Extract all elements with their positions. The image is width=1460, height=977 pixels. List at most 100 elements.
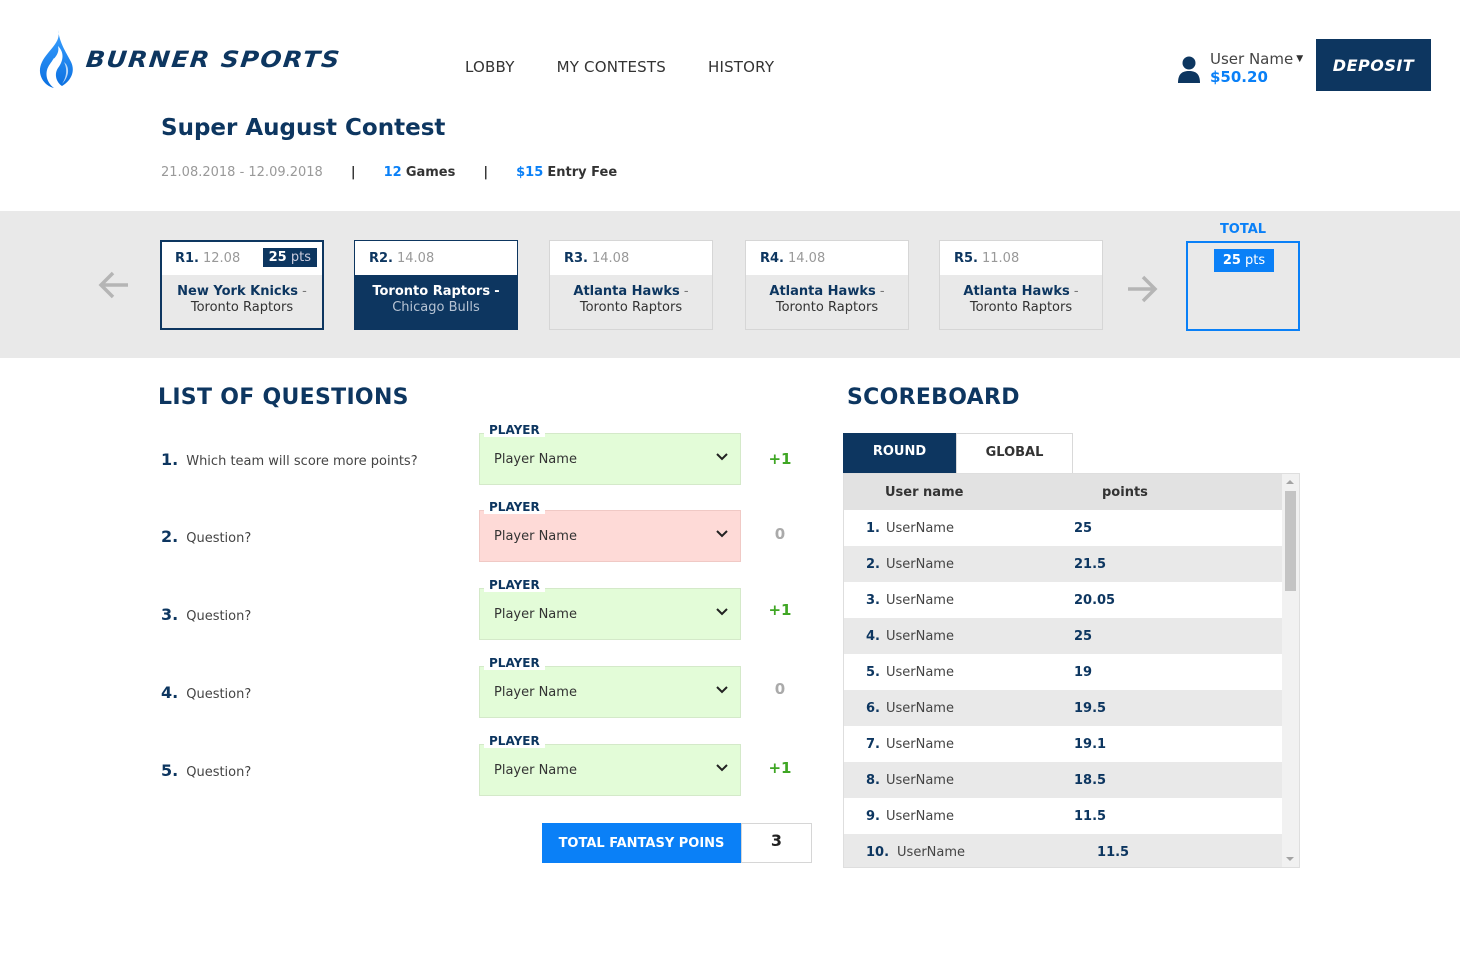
team-separator: -	[1073, 284, 1079, 299]
player-select-4[interactable]: PLAYER Player Name	[479, 656, 741, 718]
row-user: UserName	[885, 592, 954, 608]
row-points: 19	[1073, 664, 1093, 680]
row-user: UserName	[885, 664, 954, 680]
round-date: 14.08	[397, 250, 435, 266]
row-user: UserName	[885, 808, 954, 824]
question-1: 1. Which team will score more points?	[161, 450, 418, 469]
tab-global[interactable]: GLOBAL	[956, 433, 1073, 473]
player-select-value: Player Name	[494, 685, 577, 700]
player-select-1[interactable]: PLAYER Player Name	[479, 423, 741, 485]
row-user: UserName	[897, 844, 966, 860]
round-card-2[interactable]: R2. 14.08 Toronto Raptors - Chicago Bull…	[354, 240, 518, 330]
team-separator: -	[683, 284, 689, 299]
player-field-label: PLAYER	[484, 578, 545, 592]
entry-fee-info: $15 Entry Fee	[516, 165, 617, 180]
table-row: 3. UserName 20.05	[844, 582, 1283, 618]
row-rank: 7.	[866, 736, 880, 752]
table-row: 4. UserName 25	[844, 618, 1283, 654]
round-date: 11.08	[982, 250, 1020, 266]
games-count: 12	[383, 165, 402, 180]
scrollbar-thumb[interactable]	[1285, 491, 1296, 591]
caret-down-icon: ▼	[1296, 54, 1304, 64]
row-points: 11.5	[1097, 844, 1130, 860]
nav-history[interactable]: HISTORY	[708, 58, 774, 76]
question-3: 3. Question?	[161, 605, 251, 624]
question-score: +1	[768, 759, 792, 777]
scrollbar[interactable]	[1282, 474, 1299, 867]
player-select-value: Player Name	[494, 763, 577, 778]
player-select-2[interactable]: PLAYER Player Name	[479, 500, 741, 562]
team-away: Chicago Bulls	[392, 300, 480, 315]
question-text: Question?	[186, 765, 252, 780]
player-field-label: PLAYER	[484, 500, 545, 514]
entry-fee-amount: $15	[516, 165, 544, 180]
row-rank: 6.	[866, 700, 880, 716]
table-row: 1. UserName 25	[844, 510, 1283, 546]
table-row: 7. UserName 19.1	[844, 726, 1283, 762]
row-points: 25	[1073, 520, 1093, 536]
player-select-value: Player Name	[494, 529, 577, 544]
question-5: 5. Question?	[161, 761, 251, 780]
points-unit: pts	[1245, 253, 1266, 268]
brand-logo[interactable]: BURNER SPORTS	[34, 28, 343, 90]
table-row: 9. UserName 11.5	[844, 798, 1283, 834]
deposit-button[interactable]: DEPOSIT	[1316, 39, 1431, 91]
question-score: +1	[768, 450, 792, 468]
row-rank: 2.	[866, 556, 880, 572]
row-rank: 5.	[866, 664, 880, 680]
total-points-badge: 25 pts	[1214, 249, 1274, 272]
round-card-4[interactable]: R4. 14.08 Atlanta Hawks - Toronto Raptor…	[745, 240, 909, 330]
player-select-3[interactable]: PLAYER Player Name	[479, 578, 741, 640]
brand-name: BURNER SPORTS	[84, 45, 343, 73]
row-rank: 3.	[866, 592, 880, 608]
user-name-dropdown[interactable]: User Name ▼	[1210, 50, 1303, 68]
row-points: 21.5	[1073, 556, 1107, 572]
row-user: UserName	[885, 736, 954, 752]
round-points-badge: 25 pts	[262, 248, 317, 267]
arrow-right-icon[interactable]	[1125, 272, 1159, 306]
row-points: 25	[1073, 628, 1093, 644]
row-rank: 4.	[866, 628, 880, 644]
team-home: Toronto Raptors	[372, 284, 491, 299]
contest-meta: 21.08.2018 - 12.09.2018 | 12 Games | $15…	[161, 165, 617, 180]
total-points: 25	[1222, 253, 1241, 268]
user-menu[interactable]: User Name ▼ $50.20	[1178, 50, 1303, 86]
row-user: UserName	[885, 628, 954, 644]
player-field-label: PLAYER	[484, 734, 545, 748]
player-select-5[interactable]: PLAYER Player Name	[479, 734, 741, 796]
nav-lobby[interactable]: LOBBY	[465, 58, 515, 76]
table-row: 5. UserName 19	[844, 654, 1283, 690]
nav-my-contests[interactable]: MY CONTESTS	[557, 58, 666, 76]
team-separator: -	[302, 284, 307, 299]
questions-title: LIST OF QUESTIONS	[158, 385, 409, 410]
team-home: Atlanta Hawks	[769, 284, 876, 299]
round-card-3[interactable]: R3. 14.08 Atlanta Hawks - Toronto Raptor…	[549, 240, 713, 330]
total-label: TOTAL	[1219, 222, 1267, 237]
team-home: New York Knicks	[177, 284, 298, 299]
table-row: 8. UserName 18.5	[844, 762, 1283, 798]
points-unit: pts	[290, 250, 311, 265]
question-number: 3.	[161, 605, 179, 624]
scroll-down-icon[interactable]	[1286, 857, 1294, 861]
total-fantasy-points-button[interactable]: TOTAL FANTASY POINS	[542, 823, 741, 863]
question-text: Question?	[186, 609, 252, 624]
arrow-left-icon[interactable]	[97, 268, 131, 302]
team-away: Toronto Raptors	[190, 300, 294, 315]
scroll-up-icon[interactable]	[1286, 480, 1294, 484]
chevron-down-icon	[716, 530, 728, 538]
team-away: Toronto Raptors	[579, 300, 683, 315]
player-field-label: PLAYER	[484, 656, 545, 670]
games-label: Games	[405, 165, 456, 180]
row-user: UserName	[885, 772, 954, 788]
contest-dates: 21.08.2018 - 12.09.2018	[161, 165, 323, 180]
round-card-5[interactable]: R5. 11.08 Atlanta Hawks - Toronto Raptor…	[939, 240, 1103, 330]
question-number: 4.	[161, 683, 179, 702]
round-date: 14.08	[788, 250, 826, 266]
tab-round[interactable]: ROUND	[843, 433, 956, 473]
player-select-value: Player Name	[494, 607, 577, 622]
row-points: 20.05	[1073, 592, 1116, 608]
games-info: 12 Games	[384, 165, 456, 180]
round-card-1[interactable]: R1. 12.08 25 pts New York Knicks - Toron…	[160, 240, 324, 330]
question-4: 4. Question?	[161, 683, 251, 702]
round-date: 14.08	[592, 250, 630, 266]
